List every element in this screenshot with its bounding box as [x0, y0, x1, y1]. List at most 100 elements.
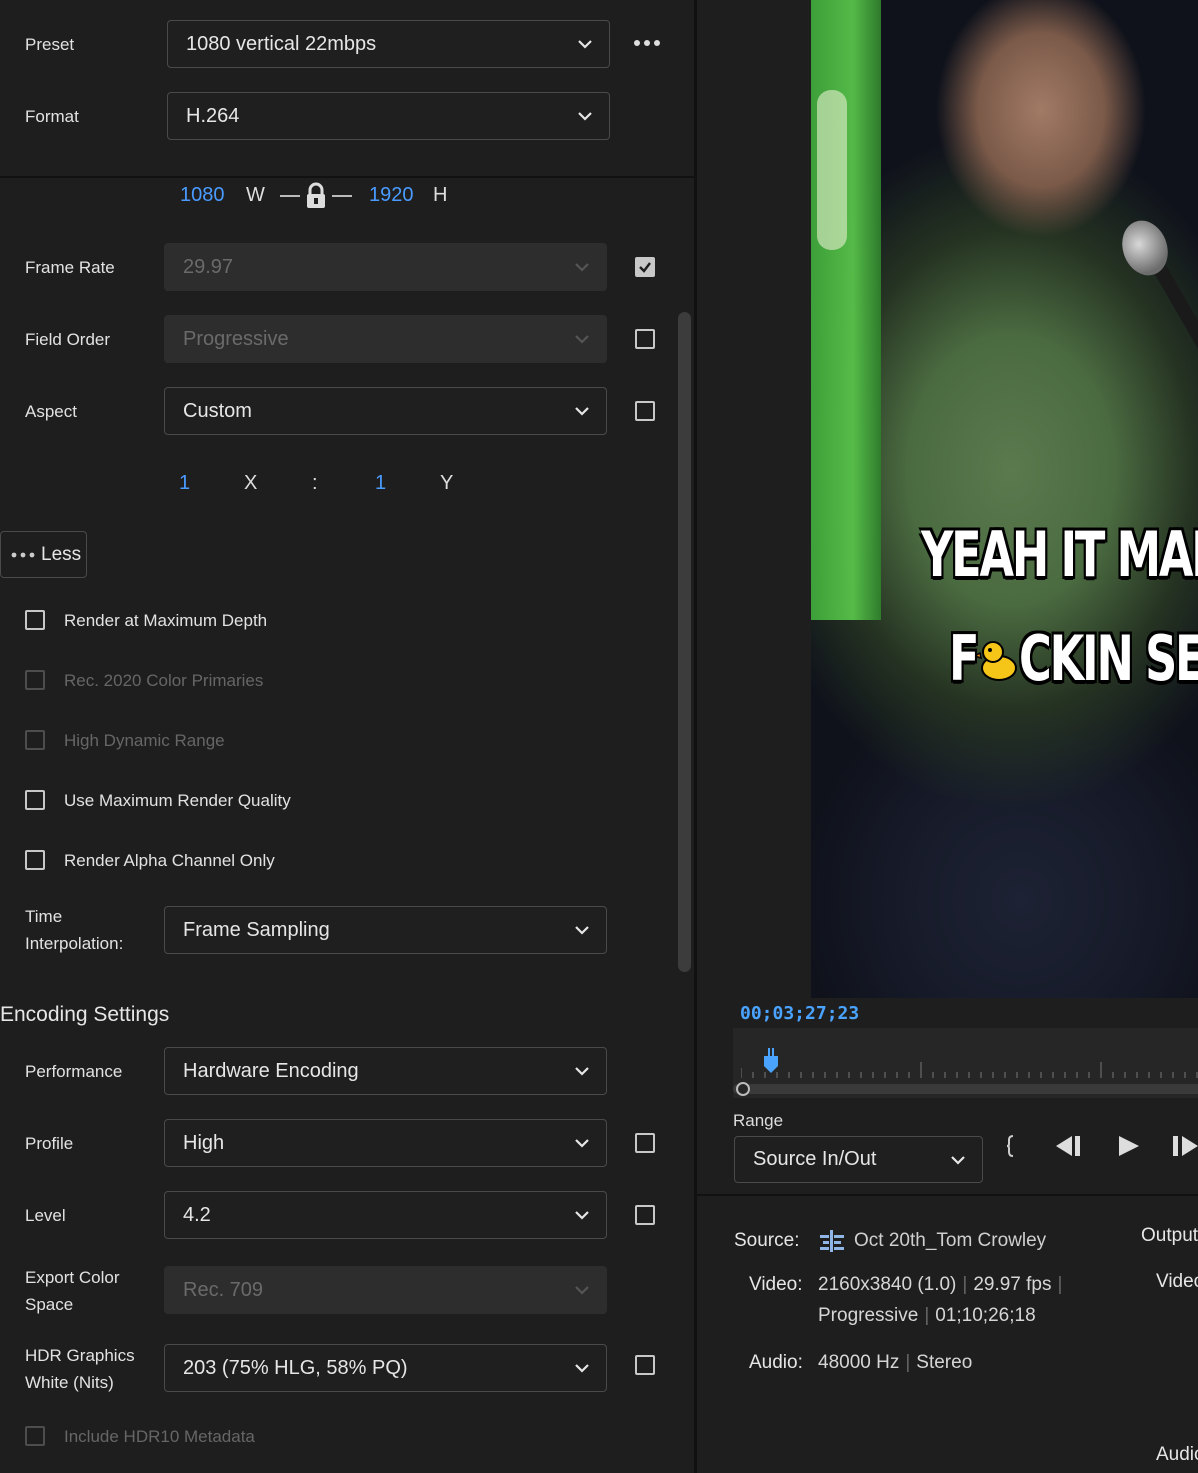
chevron-down-icon [574, 403, 590, 419]
preset-select[interactable]: 1080 vertical 22mbps [167, 20, 610, 68]
preset-value: 1080 vertical 22mbps [186, 32, 377, 55]
output-label: Output [1141, 1225, 1198, 1246]
settings-scrollbar[interactable] [678, 312, 691, 972]
step-forward-icon[interactable] [1173, 1134, 1198, 1158]
microphone-handle [1149, 258, 1198, 361]
timeline-track[interactable] [733, 1084, 1198, 1094]
chevron-down-icon [574, 331, 590, 347]
more-options-icon[interactable] [633, 36, 661, 50]
audio-channels: Stereo [916, 1352, 973, 1373]
aspect-select[interactable]: Custom [164, 387, 607, 435]
frame-rate-select[interactable]: 29.97 [164, 243, 607, 291]
play-icon[interactable] [1117, 1134, 1141, 1158]
output-video-label: Video [1156, 1271, 1198, 1292]
render-max-depth-label: Render at Maximum Depth [64, 611, 268, 630]
level-override-checkbox[interactable] [635, 1205, 655, 1225]
hdr-label: High Dynamic Range [64, 731, 225, 750]
video-scan: Progressive [818, 1305, 919, 1326]
export-color-value: Rec. 709 [183, 1278, 264, 1301]
aspect-y-value[interactable]: 1 [375, 472, 386, 495]
alpha-only-checkbox[interactable] [25, 850, 45, 870]
audio-label: Audio: [749, 1352, 803, 1373]
timeline-scrubber[interactable] [733, 1028, 1198, 1098]
caption-line-2-end: CKIN SE [1019, 622, 1198, 695]
export-color-label: Export Color [25, 1268, 120, 1287]
hdr-white-select[interactable]: 203 (75% HLG, 58% PQ) [164, 1344, 607, 1392]
alpha-only-label: Render Alpha Channel Only [64, 851, 275, 870]
hdr-white-label-2: White (Nits) [25, 1373, 114, 1392]
render-max-depth-checkbox[interactable] [25, 610, 45, 630]
source-label: Source: [734, 1230, 800, 1251]
profile-label: Profile [25, 1134, 74, 1153]
video-resolution: 2160x3840 (1.0) [818, 1274, 957, 1295]
performance-value: Hardware Encoding [183, 1059, 359, 1082]
video-fps: 29.97 fps [973, 1274, 1052, 1295]
height-unit-label: H [433, 184, 448, 206]
aspect-x-value[interactable]: 1 [179, 472, 190, 495]
hdr10-checkbox[interactable] [25, 1426, 45, 1446]
video-info-line-1: 2160x3840 (1.0) | 29.97 fps | [818, 1274, 1063, 1295]
format-select[interactable]: H.264 [167, 92, 610, 140]
field-order-label: Field Order [25, 330, 111, 349]
level-value: 4.2 [183, 1203, 211, 1226]
duck-emoji-icon [977, 641, 1017, 681]
background-wall-highlight [817, 90, 847, 250]
section-divider [0, 176, 694, 178]
format-label: Format [25, 107, 79, 126]
lock-icon[interactable] [280, 182, 352, 210]
rec2020-checkbox[interactable] [25, 670, 45, 690]
export-color-select[interactable]: Rec. 709 [164, 1266, 607, 1314]
audio-info: 48000 Hz | Stereo [818, 1352, 973, 1373]
rec2020-label: Rec. 2020 Color Primaries [64, 671, 264, 690]
profile-value: High [183, 1131, 225, 1154]
field-order-value: Progressive [183, 327, 289, 350]
performance-label: Performance [25, 1062, 123, 1081]
performance-select[interactable]: Hardware Encoding [164, 1047, 607, 1095]
chevron-down-icon [574, 1282, 590, 1298]
level-select[interactable]: 4.2 [164, 1191, 607, 1239]
field-order-select[interactable]: Progressive [164, 315, 607, 363]
time-interp-label: Time [25, 907, 63, 926]
width-unit-label: W [246, 184, 265, 206]
hdr-checkbox[interactable] [25, 730, 45, 750]
aspect-override-checkbox[interactable] [635, 401, 655, 421]
timeline-start-handle[interactable] [736, 1082, 750, 1096]
range-value: Source In/Out [753, 1148, 877, 1170]
level-label: Level [25, 1206, 66, 1225]
chevron-down-icon [577, 36, 593, 52]
hdr-white-label: HDR Graphics [25, 1346, 135, 1365]
time-interp-label-2: Interpolation: [25, 934, 124, 953]
chevron-down-icon [574, 259, 590, 275]
time-interp-value: Frame Sampling [183, 918, 330, 941]
time-interp-select[interactable]: Frame Sampling [164, 906, 607, 954]
output-audio-label: Audio [1156, 1444, 1198, 1465]
aspect-value: Custom [183, 399, 252, 422]
frame-rate-override-checkbox[interactable] [635, 257, 655, 277]
width-value[interactable]: 1080 [180, 184, 225, 207]
frame-rate-value: 29.97 [183, 255, 234, 278]
video-duration: 01;10;26;18 [935, 1305, 1036, 1326]
profile-select[interactable]: High [164, 1119, 607, 1167]
less-button[interactable]: Less [0, 531, 87, 578]
mark-in-icon[interactable] [1004, 1133, 1018, 1159]
aspect-y-label: Y [440, 472, 454, 494]
check-icon [639, 262, 651, 273]
less-button-label: Less [41, 543, 82, 565]
hdr-white-override-checkbox[interactable] [635, 1355, 655, 1375]
caption-line-2-start: F [949, 622, 980, 695]
section-divider [697, 1194, 1198, 1196]
step-back-icon[interactable] [1054, 1134, 1082, 1158]
current-timecode[interactable]: 00;03;27;23 [740, 1003, 859, 1024]
field-order-override-checkbox[interactable] [635, 329, 655, 349]
height-value[interactable]: 1920 [369, 184, 414, 207]
preview-panel: YEAH IT MAD F CKIN SE 00;03;27;23 Range … [697, 0, 1198, 1473]
chevron-down-icon [574, 1135, 590, 1151]
caption-line-1: YEAH IT MAD [921, 518, 1198, 591]
profile-override-checkbox[interactable] [635, 1133, 655, 1153]
video-label: Video: [749, 1274, 803, 1295]
max-render-quality-checkbox[interactable] [25, 790, 45, 810]
playhead-icon[interactable] [763, 1048, 779, 1074]
chevron-down-icon [577, 108, 593, 124]
range-select[interactable]: Source In/Out [734, 1136, 983, 1183]
aspect-separator: : [312, 472, 318, 494]
